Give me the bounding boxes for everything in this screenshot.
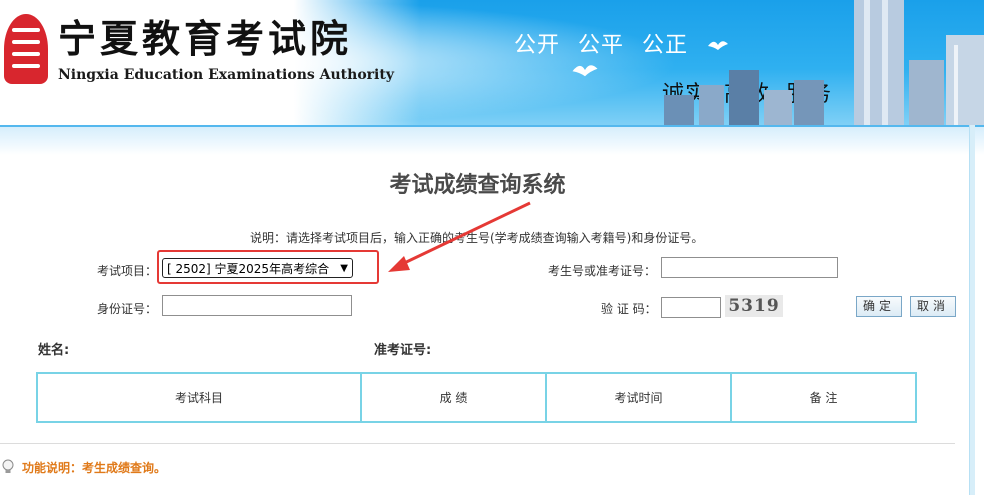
city-skyline-image: [664, 0, 984, 125]
name-label: 姓名:: [38, 343, 70, 358]
table-header-subject: 考试科目: [38, 374, 362, 421]
page-right-border: [969, 125, 975, 495]
captcha-input[interactable]: [661, 297, 721, 318]
score-table: 考试科目 成 绩 考试时间 备 注: [36, 372, 917, 423]
logo-english-name: Ningxia Education Examinations Authority: [58, 67, 394, 83]
highlight-annotation-box: [157, 250, 379, 284]
function-description: 功能说明：考生成绩查询。: [22, 461, 167, 475]
candidate-number-input[interactable]: [661, 257, 838, 278]
annotation-arrow-icon: [388, 201, 531, 272]
table-header-exam-time: 考试时间: [547, 374, 732, 421]
dove-icon: [572, 65, 598, 77]
page-title: 考试成绩查询系统: [389, 173, 566, 198]
nav-subbar: [0, 125, 984, 155]
confirm-button[interactable]: 确定: [856, 296, 902, 317]
logo-seal-icon: [4, 14, 48, 84]
logo-cn-text: 宁夏教育考试院: [58, 16, 352, 60]
id-number-label: 身份证号：: [97, 302, 158, 316]
table-header-score: 成 绩: [362, 374, 547, 421]
divider: [0, 443, 955, 444]
cancel-button[interactable]: 取消: [910, 296, 956, 317]
captcha-image[interactable]: 5319: [725, 295, 783, 317]
captcha-label: 验 证 码：: [601, 302, 657, 316]
ticket-number-label: 准考证号:: [374, 343, 432, 358]
table-header-remarks: 备 注: [809, 391, 838, 405]
exam-project-label: 考试项目：: [97, 264, 158, 278]
lightbulb-icon: [2, 459, 14, 473]
candidate-number-label: 考生号或准考证号：: [548, 264, 657, 278]
logo-calligraphy: 宁夏教育考试院: [58, 16, 352, 60]
id-number-input[interactable]: [162, 295, 352, 316]
header-banner: 宁夏教育考试院 Ningxia Education Examinations A…: [0, 0, 984, 125]
